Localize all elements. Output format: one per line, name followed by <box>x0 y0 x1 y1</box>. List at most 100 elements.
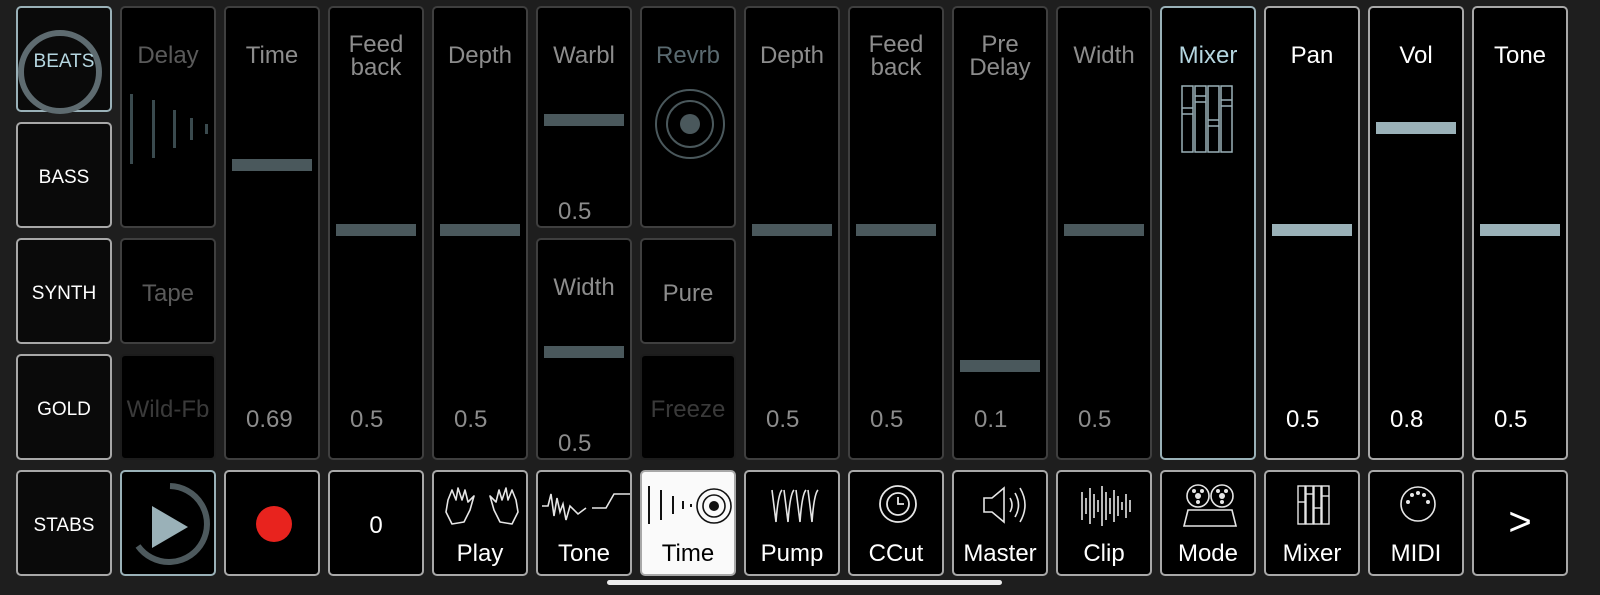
tab-master-label: Master <box>963 540 1037 567</box>
speaker-icon <box>983 486 1026 524</box>
reverb-toggle[interactable]: Revrb <box>640 6 736 228</box>
tab-ccut[interactable]: CCut <box>848 470 944 576</box>
delay-label: Delay <box>137 42 199 69</box>
tab-play[interactable]: Play <box>432 470 528 576</box>
tab-mode[interactable]: Mode <box>1160 470 1256 576</box>
slider-handle[interactable] <box>1064 224 1144 236</box>
sidebar-item-label: BEATS <box>33 51 95 72</box>
tab-tone[interactable]: Tone <box>536 470 632 576</box>
width-value: 0.5 <box>1078 406 1112 433</box>
pan-value: 0.5 <box>1286 406 1320 433</box>
tab-master[interactable]: Master <box>952 470 1048 576</box>
tab-ccut-label: CCut <box>868 540 924 567</box>
slider-handle[interactable] <box>1272 224 1352 236</box>
pure-toggle[interactable]: Pure <box>640 238 736 344</box>
tab-time-label: Time <box>661 540 715 567</box>
reverb-target-icon <box>655 89 725 159</box>
tone-slider[interactable]: Tone 0.5 <box>1472 6 1568 460</box>
slider-handle[interactable] <box>232 159 312 171</box>
sidebar-item-label: BASS <box>38 167 90 188</box>
play-icon <box>135 483 210 565</box>
freeze-label: Freeze <box>650 396 726 423</box>
tab-clip-label: Clip <box>1083 540 1125 567</box>
sidebar-item-synth[interactable]: SYNTH <box>16 238 112 344</box>
feedback-label-line2: back <box>870 54 922 81</box>
freeze-toggle[interactable]: Freeze <box>640 354 736 460</box>
reverb-label: Revrb <box>655 42 721 69</box>
midi-port-icon <box>1400 486 1436 522</box>
tab-midi-label: MIDI <box>1390 540 1442 567</box>
pre-delay-label-line2: Delay <box>969 54 1031 81</box>
width-value: 0.5 <box>558 430 592 457</box>
feedback-slider[interactable]: Feed back 0.5 <box>328 6 424 460</box>
slider-handle[interactable] <box>336 224 416 236</box>
width-slider[interactable]: Width 0.5 <box>536 238 632 460</box>
sidebar-item-stabs[interactable]: STABS <box>16 470 112 576</box>
reverb-feedback-slider[interactable]: Feed back 0.5 <box>848 6 944 460</box>
sidebar-item-bass[interactable]: BASS <box>16 122 112 228</box>
warbl-slider[interactable]: Warbl 0.5 <box>536 6 632 228</box>
pan-slider[interactable]: Pan 0.5 <box>1264 6 1360 460</box>
delay-waveform-icon <box>130 94 208 164</box>
sidebar-item-label: STABS <box>33 515 95 536</box>
home-indicator <box>607 580 1002 585</box>
tab-pump[interactable]: Pump <box>744 470 840 576</box>
reverb-width-slider[interactable]: Width 0.5 <box>1056 6 1152 460</box>
warbl-label: Warbl <box>553 42 615 69</box>
mixer-panel[interactable]: Mixer <box>1160 6 1256 460</box>
tape-reels-icon <box>1182 484 1238 527</box>
record-icon <box>256 506 292 542</box>
sidebar-item-label: SYNTH <box>31 283 97 304</box>
sidebar-item-beats[interactable]: BEATS <box>16 6 112 114</box>
delay-reverb-icon <box>648 486 732 524</box>
time-label: Time <box>245 42 299 69</box>
counter-value: 0 <box>369 512 383 539</box>
pre-delay-slider[interactable]: Pre Delay 0.1 <box>952 6 1048 460</box>
vol-slider[interactable]: Vol 0.8 <box>1368 6 1464 460</box>
mixer-label: Mixer <box>1178 42 1238 69</box>
delay-toggle[interactable]: Delay <box>120 6 216 228</box>
depth-label: Depth <box>447 42 513 69</box>
slider-handle[interactable] <box>1376 122 1456 134</box>
slider-handle[interactable] <box>1480 224 1560 236</box>
tab-mode-label: Mode <box>1177 540 1239 567</box>
hands-icon <box>445 487 519 525</box>
counter-display[interactable]: 0 <box>328 470 424 576</box>
tab-time[interactable]: Time <box>640 470 736 576</box>
feedback-label-line2: back <box>350 54 402 81</box>
tab-pump-label: Pump <box>760 540 824 567</box>
vol-label: Vol <box>1399 42 1433 69</box>
slider-handle[interactable] <box>960 360 1040 372</box>
pump-envelope-icon <box>771 489 819 523</box>
slider-handle[interactable] <box>544 114 624 126</box>
depth-value: 0.5 <box>766 406 800 433</box>
ccut-knob-icon <box>879 485 917 523</box>
tab-midi[interactable]: MIDI <box>1368 470 1464 576</box>
slider-handle[interactable] <box>856 224 936 236</box>
warbl-value: 0.5 <box>558 198 592 225</box>
depth-slider[interactable]: Depth 0.5 <box>432 6 528 460</box>
slider-handle[interactable] <box>752 224 832 236</box>
slider-handle[interactable] <box>440 224 520 236</box>
record-button[interactable] <box>224 470 320 576</box>
sidebar-item-label: GOLD <box>37 399 91 420</box>
sidebar-item-gold[interactable]: GOLD <box>16 354 112 460</box>
next-button[interactable]: > <box>1472 470 1568 576</box>
vol-value: 0.8 <box>1390 406 1424 433</box>
wild-fb-toggle[interactable]: Wild-Fb <box>120 354 216 460</box>
next-label: > <box>1508 500 1532 544</box>
play-button[interactable] <box>120 470 216 576</box>
clip-waveform-icon <box>1081 486 1131 526</box>
tape-toggle[interactable]: Tape <box>120 238 216 344</box>
depth-value: 0.5 <box>454 406 488 433</box>
tab-tone-label: Tone <box>557 540 611 567</box>
feedback-value: 0.5 <box>350 406 384 433</box>
time-slider[interactable]: Time 0.69 <box>224 6 320 460</box>
filter-wave-icon <box>542 493 630 521</box>
tab-mixer[interactable]: Mixer <box>1264 470 1360 576</box>
width-label: Width <box>553 274 615 301</box>
mixer-faders-icon <box>1297 485 1330 525</box>
tab-clip[interactable]: Clip <box>1056 470 1152 576</box>
reverb-depth-slider[interactable]: Depth 0.5 <box>744 6 840 460</box>
slider-handle[interactable] <box>544 346 624 358</box>
